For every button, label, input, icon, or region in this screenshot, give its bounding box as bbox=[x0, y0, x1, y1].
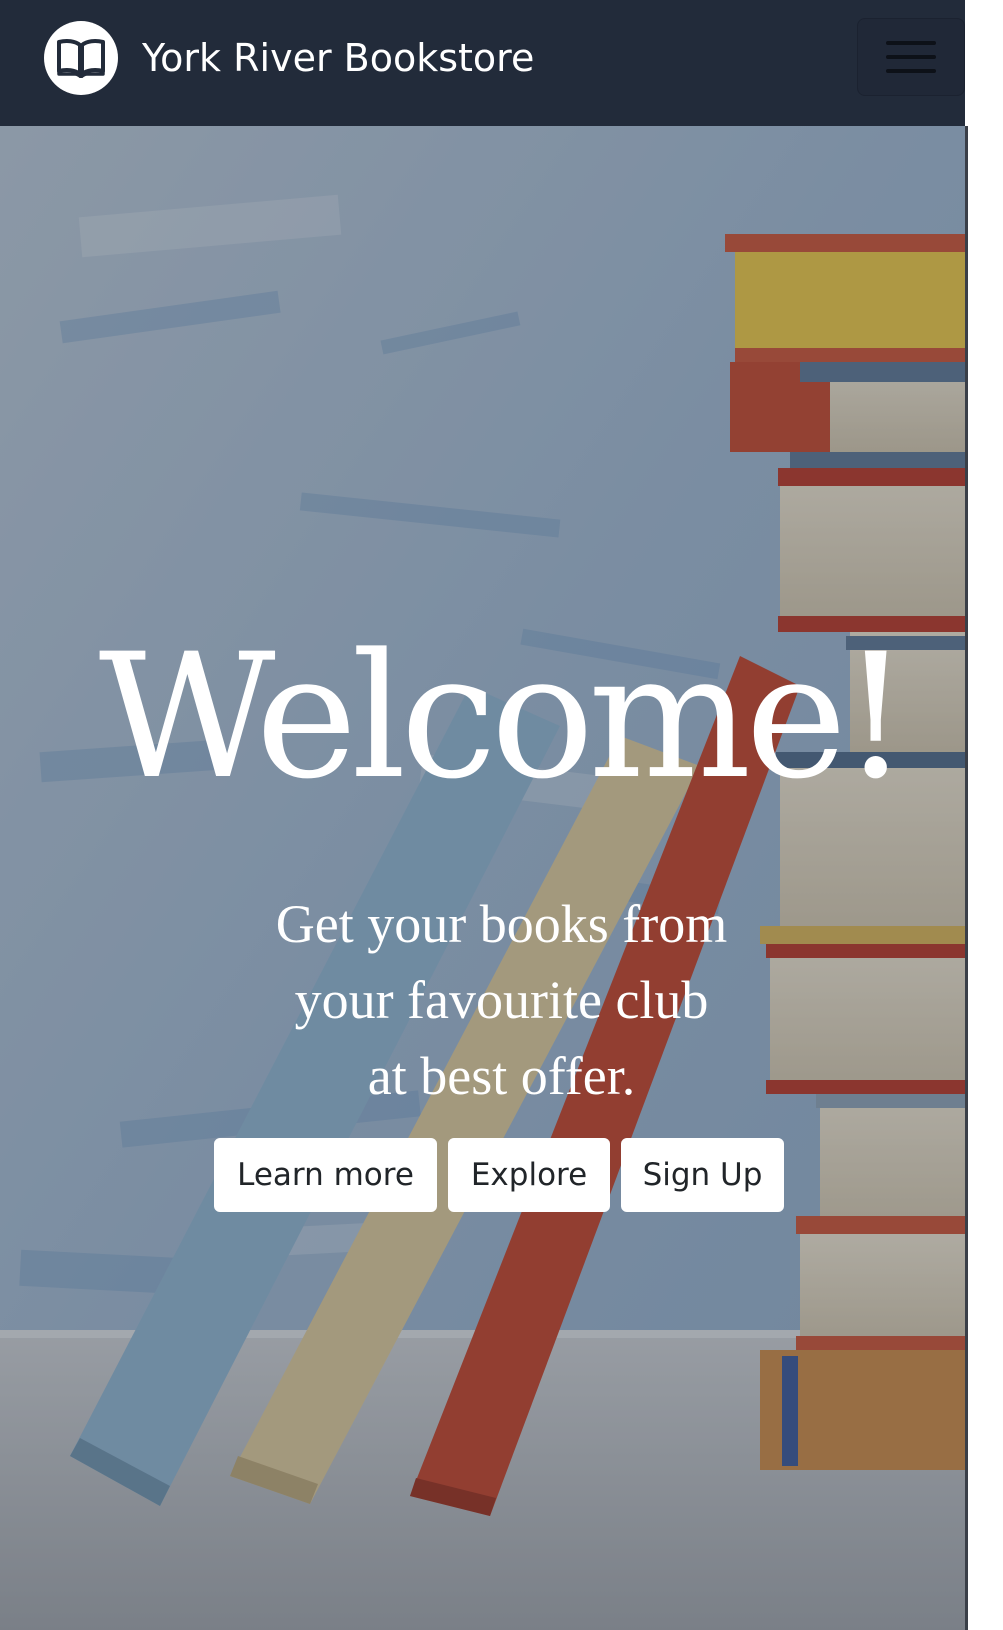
brand-link[interactable]: York River Bookstore bbox=[44, 21, 534, 95]
learn-more-button[interactable]: Learn more bbox=[214, 1138, 437, 1212]
hamburger-menu-icon-bar bbox=[886, 55, 936, 59]
open-book-icon bbox=[44, 21, 118, 95]
hero-tagline-line: at best offer. bbox=[367, 1046, 636, 1106]
hero-tagline: Get your books from your favourite club … bbox=[0, 886, 1003, 1114]
window-edge-border bbox=[965, 126, 968, 1630]
hero-actions: Learn more Explore Sign Up bbox=[214, 1138, 784, 1212]
navbar: York River Bookstore bbox=[0, 0, 1003, 126]
hero-tagline-line: Get your books from bbox=[275, 894, 728, 954]
sign-up-button[interactable]: Sign Up bbox=[621, 1138, 784, 1212]
explore-button[interactable]: Explore bbox=[448, 1138, 610, 1212]
navbar-toggle-button[interactable] bbox=[857, 18, 965, 96]
hamburger-menu-icon-bar bbox=[886, 69, 936, 73]
page: York River Bookstore Welcome! Get your b… bbox=[0, 0, 1003, 1630]
hero-tagline-line: your favourite club bbox=[294, 970, 709, 1030]
hamburger-menu-icon bbox=[886, 41, 936, 45]
hero-section: Welcome! Get your books from your favour… bbox=[0, 126, 1003, 1630]
window-edge bbox=[965, 0, 1003, 1630]
brand-name: York River Bookstore bbox=[142, 36, 535, 80]
hero-heading: Welcome! bbox=[98, 616, 910, 817]
hero-overlay bbox=[0, 126, 1003, 1630]
